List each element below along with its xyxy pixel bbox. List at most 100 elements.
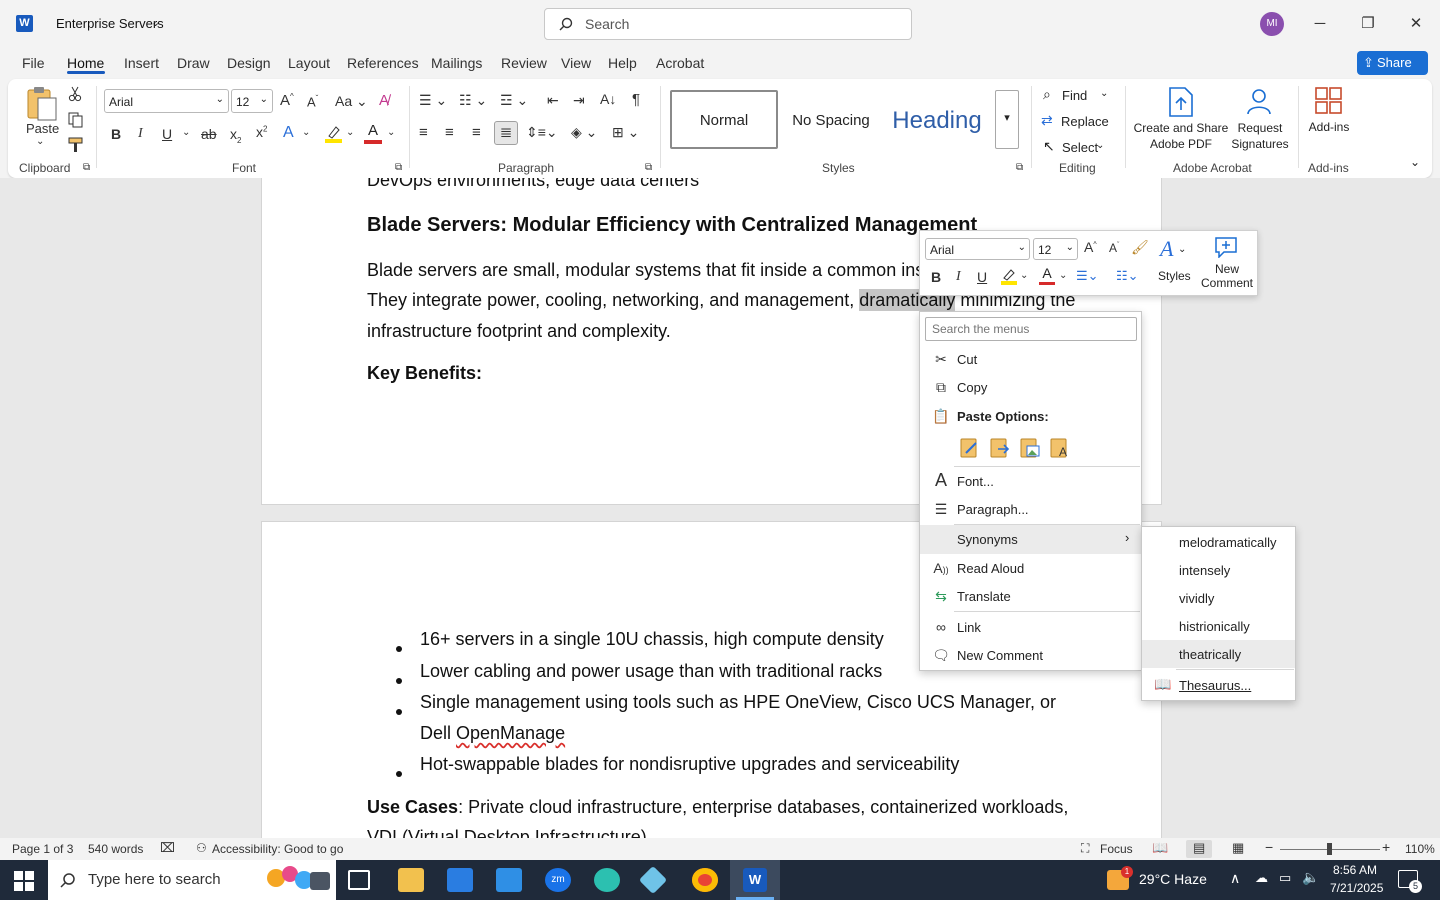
tab-design[interactable]: Design (227, 55, 271, 71)
find-button[interactable]: ⌕ Find ⌄ (1043, 86, 1113, 106)
thesaurus-item[interactable]: 📖 Thesaurus... (1142, 671, 1295, 699)
menu-item-read-aloud[interactable]: A)) Read Aloud (920, 554, 1141, 582)
decrease-indent-icon[interactable]: ⇤ (547, 92, 559, 109)
font-size-box[interactable]: 12 ⌄ (231, 89, 273, 113)
collapse-ribbon-icon[interactable]: ⌄ (1410, 155, 1420, 169)
change-case-button[interactable]: Aa ⌄ (335, 93, 368, 110)
shrink-font-icon[interactable]: Aˇ (307, 94, 318, 109)
synonym-item[interactable]: histrionically (1142, 612, 1295, 640)
chevron-down-icon[interactable]: ⌄ (387, 127, 395, 138)
show-hidden-icons-chevron[interactable]: ∧ (1230, 870, 1240, 887)
paste-keep-source-icon[interactable] (958, 435, 982, 459)
volume-icon[interactable]: 🔈 (1302, 869, 1319, 886)
proofing-icon[interactable]: ⌧ (160, 840, 175, 856)
web-layout-icon[interactable]: ▦ (1232, 840, 1244, 856)
create-share-pdf-button[interactable]: Create and Share Adobe PDF (1133, 120, 1229, 152)
style-normal[interactable]: Normal (670, 90, 778, 149)
dialog-launcher-icon[interactable]: ⧉ (395, 162, 402, 173)
borders-icon[interactable]: ⊞ ⌄ (612, 124, 639, 141)
chevron-down-icon[interactable]: ⌄ (182, 127, 190, 138)
edge-browser-icon[interactable] (594, 868, 620, 892)
line-spacing-icon[interactable]: ⇕≡⌄ (526, 124, 558, 141)
clock-date[interactable]: 7/21/2025 (1330, 881, 1383, 895)
underline-icon[interactable]: U (977, 269, 987, 285)
shading-icon[interactable]: ◈ ⌄ (571, 124, 597, 141)
style-heading[interactable]: Heading (884, 90, 990, 149)
italic-icon[interactable]: I (138, 126, 143, 142)
misspelled-word[interactable]: OpenManage (456, 723, 565, 743)
file-explorer-icon[interactable] (398, 868, 424, 892)
align-center-icon[interactable]: ≡ (445, 124, 454, 141)
menu-item-copy[interactable]: ⧉ Copy (920, 373, 1141, 401)
styles-button[interactable]: A ⌄ Styles (1152, 234, 1194, 292)
tab-file[interactable]: File (22, 55, 45, 71)
network-icon[interactable]: ▭ (1279, 870, 1291, 886)
mini-font-name-box[interactable]: Arial ⌄ (925, 238, 1030, 260)
format-painter-icon[interactable]: 🖌 (1131, 239, 1149, 256)
justify-icon[interactable]: ≣ (494, 121, 518, 145)
menu-item-cut[interactable]: ✂ Cut (920, 345, 1141, 373)
chevron-down-icon[interactable]: ⌄ (1018, 242, 1026, 253)
numbering-icon[interactable]: ☷⌄ (1116, 268, 1139, 284)
synonym-item[interactable]: vividly (1142, 584, 1295, 612)
task-view-icon[interactable] (348, 870, 370, 890)
menu-item-paragraph[interactable]: ☰ Paragraph... (920, 495, 1141, 523)
highlight-icon[interactable] (1000, 267, 1018, 287)
cut-icon[interactable] (68, 86, 82, 102)
tab-review[interactable]: Review (501, 55, 547, 71)
word-count[interactable]: 540 words (88, 842, 143, 856)
tab-references[interactable]: References (347, 55, 419, 71)
styles-gallery-expand-icon[interactable]: ▾ (995, 90, 1019, 149)
chrome-icon[interactable] (692, 868, 718, 892)
paste-picture-icon[interactable] (1018, 435, 1042, 459)
focus-button[interactable]: Focus (1100, 842, 1133, 856)
style-no-spacing[interactable]: No Spacing (778, 90, 884, 149)
grow-font-icon[interactable]: A^ (1084, 239, 1097, 255)
chevron-down-icon[interactable]: ⌄ (1059, 270, 1067, 281)
tab-view[interactable]: View (561, 55, 591, 71)
close-icon[interactable]: ✕ (1404, 12, 1428, 36)
tab-home[interactable]: Home (67, 55, 104, 71)
bold-icon[interactable]: B (931, 269, 941, 285)
chevron-down-icon[interactable]: ⌄ (1066, 242, 1074, 253)
synonym-item[interactable]: intensely (1142, 556, 1295, 584)
subscript-icon[interactable]: x2 (230, 126, 241, 145)
menu-item-new-comment[interactable]: 🗨 New Comment (920, 641, 1141, 669)
zoom-out-icon[interactable]: − (1265, 839, 1273, 855)
dialog-launcher-icon[interactable]: ⧉ (645, 162, 652, 173)
chevron-down-icon[interactable]: ⌄ (36, 136, 44, 147)
accessibility-status[interactable]: Accessibility: Good to go (212, 842, 343, 856)
shrink-font-icon[interactable]: Aˇ (1109, 241, 1119, 255)
tab-mailings[interactable]: Mailings (431, 55, 482, 71)
mail-icon[interactable] (496, 868, 522, 892)
font-color-icon[interactable]: A (364, 122, 382, 144)
font-name-box[interactable]: Arial ⌄ (104, 89, 229, 113)
text-effects-icon[interactable]: A (283, 124, 294, 142)
highlight-icon[interactable] (324, 124, 344, 144)
dialog-launcher-icon[interactable]: ⧉ (83, 162, 90, 173)
font-color-icon[interactable]: A (1039, 265, 1055, 287)
synonym-item-hovered[interactable]: theatrically (1142, 640, 1295, 668)
align-left-icon[interactable]: ≡ (419, 124, 428, 141)
chevron-down-icon[interactable]: ⌄ (302, 127, 310, 138)
bullets-icon[interactable]: ☰ ⌄ (419, 92, 447, 109)
windows-start-icon[interactable] (14, 871, 34, 891)
clock-time[interactable]: 8:56 AM (1333, 863, 1377, 877)
weather-text[interactable]: 29°C Haze (1139, 871, 1207, 887)
share-button[interactable]: ⇪ Share (1357, 51, 1428, 75)
increase-indent-icon[interactable]: ⇥ (573, 92, 585, 109)
pinned-app-icon[interactable] (638, 865, 668, 895)
menu-search-input[interactable] (925, 317, 1137, 341)
tab-layout[interactable]: Layout (288, 55, 330, 71)
paste-text-only-icon[interactable]: A (1048, 435, 1072, 459)
avatar[interactable]: MI (1260, 12, 1284, 36)
chevron-down-icon[interactable]: ⌄ (1020, 270, 1028, 281)
replace-button[interactable]: ⇄ Replace (1041, 112, 1111, 132)
word-taskbar-active[interactable]: W (730, 860, 780, 900)
menu-item-synonyms[interactable]: Synonyms › (920, 525, 1141, 554)
zoom-slider-thumb[interactable] (1327, 843, 1332, 855)
chevron-down-icon[interactable]: ⌄ (260, 94, 268, 105)
read-mode-icon[interactable]: 📖 (1152, 840, 1168, 856)
zoom-app-icon[interactable]: zm (545, 868, 571, 892)
paste-merge-icon[interactable] (988, 435, 1012, 459)
